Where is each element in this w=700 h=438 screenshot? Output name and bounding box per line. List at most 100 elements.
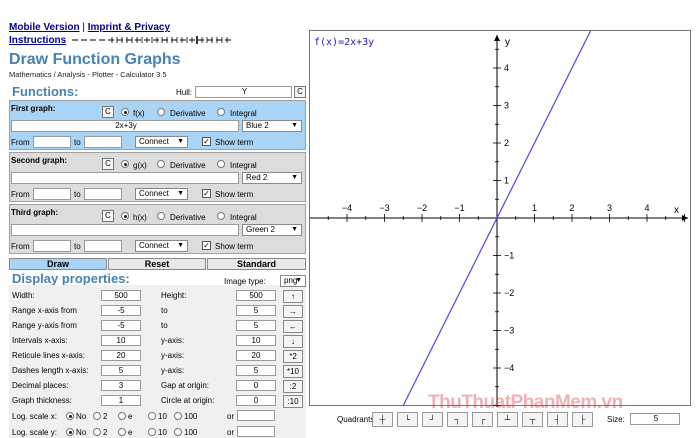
second-show-term-checkbox[interactable]: ✓ <box>202 189 211 198</box>
shift-right-button[interactable]: → <box>283 305 303 318</box>
log-y-radio-1[interactable] <box>93 428 101 436</box>
display-row-input-2[interactable]: 0 <box>236 380 276 391</box>
hull-input[interactable]: Y <box>195 86 292 98</box>
display-row-input-2[interactable]: 10 <box>236 335 276 346</box>
log-scale-x-label: Log. scale x: <box>12 412 57 421</box>
quadrant-button-lower-half[interactable]: ┬ <box>522 412 543 427</box>
log-x-radio-3[interactable] <box>148 412 156 420</box>
third-term-input[interactable] <box>11 224 239 236</box>
log-y-radio-0[interactable] <box>66 428 74 436</box>
zoom-div2-button[interactable]: :2 <box>283 380 303 393</box>
size-label: Size: <box>607 415 625 424</box>
display-row-input[interactable]: 3 <box>101 380 141 391</box>
first-connect-select[interactable]: Connect ▼ <box>135 136 188 148</box>
first-color-select[interactable]: Blue 2 ▼ <box>242 120 302 132</box>
second-from-input[interactable] <box>33 188 71 200</box>
third-connect-select[interactable]: Connect ▼ <box>135 240 188 252</box>
display-row-input-2[interactable]: 0 <box>236 395 276 406</box>
third-show-term-label: Show term <box>215 242 254 251</box>
x-tick-label: 3 <box>607 203 612 213</box>
imprint-link[interactable]: Imprint & Privacy <box>88 22 170 33</box>
display-row-label-2: Circle at origin: <box>161 396 215 405</box>
first-integral-radio[interactable] <box>217 108 225 116</box>
display-row-input[interactable]: 500 <box>101 290 141 301</box>
zoom-x10-button[interactable]: *10 <box>283 365 303 378</box>
quadrant-button-bottom-right[interactable]: ┌ <box>472 412 493 427</box>
quadrant-button-bottom-left[interactable]: ┐ <box>447 412 468 427</box>
log-y-radio-2[interactable] <box>118 428 126 436</box>
quadrant-button-top-left[interactable]: ┘ <box>422 412 443 427</box>
third-show-term-checkbox[interactable]: ✓ <box>202 241 211 250</box>
second-gx-radio[interactable] <box>121 160 129 168</box>
size-input[interactable]: 5 <box>630 413 680 425</box>
display-row-input-2[interactable]: 5 <box>236 365 276 376</box>
first-graph-label: First graph: <box>11 104 56 113</box>
second-connect-select[interactable]: Connect ▼ <box>135 188 188 200</box>
second-graph-c-button[interactable]: C <box>102 158 114 170</box>
quadrant-button-all[interactable]: ┼ <box>372 412 393 427</box>
hull-c-button[interactable]: C <box>294 86 306 98</box>
log-x-radio-2[interactable] <box>118 412 126 420</box>
third-derivative-radio[interactable] <box>157 212 165 220</box>
chevron-down-icon: ▼ <box>295 277 302 284</box>
second-integral-label: Integral <box>230 161 257 170</box>
draw-button[interactable]: Draw <box>9 258 107 270</box>
third-color-select[interactable]: Green 2 ▼ <box>242 224 302 236</box>
first-show-term-checkbox[interactable]: ✓ <box>202 137 211 146</box>
shift-up-button[interactable]: ↑ <box>283 290 303 303</box>
display-row-input-2[interactable]: 20 <box>236 350 276 361</box>
third-to-input[interactable] <box>84 240 122 252</box>
first-fx-label: f(x) <box>133 109 145 118</box>
log-y-or-label: or <box>227 428 235 437</box>
mobile-version-link[interactable]: Mobile Version <box>9 22 80 33</box>
display-row-input[interactable]: 10 <box>101 335 141 346</box>
quadrant-button-upper-half[interactable]: ┴ <box>497 412 518 427</box>
first-derivative-radio[interactable] <box>157 108 165 116</box>
image-type-select[interactable]: png ▼ <box>280 275 306 287</box>
chevron-down-icon: ▼ <box>177 138 184 145</box>
first-fx-radio[interactable] <box>121 108 129 116</box>
y-tick-label: 1 <box>504 176 509 186</box>
zoom-x2-button[interactable]: *2 <box>283 350 303 363</box>
display-row-input-2[interactable]: 500 <box>236 290 276 301</box>
second-to-input[interactable] <box>84 188 122 200</box>
quadrant-button-left-half[interactable]: ┤ <box>547 412 568 427</box>
standard-button[interactable]: Standard <box>207 258 306 270</box>
first-term-input[interactable]: 2x+3y <box>11 120 239 132</box>
log-x-radio-0[interactable] <box>66 412 74 420</box>
functions-heading: Functions: <box>12 84 79 99</box>
quadrant-button-top-right[interactable]: └ <box>397 412 418 427</box>
first-to-input[interactable] <box>84 136 122 148</box>
log-x-custom-input[interactable] <box>237 410 275 421</box>
second-integral-radio[interactable] <box>217 160 225 168</box>
second-derivative-radio[interactable] <box>157 160 165 168</box>
second-color-select[interactable]: Red 2 ▼ <box>242 172 302 184</box>
log-y-custom-input[interactable] <box>237 426 275 437</box>
zoom-div10-button[interactable]: :10 <box>283 395 303 408</box>
display-row-input-2[interactable]: 5 <box>236 320 276 331</box>
instructions-link[interactable]: Instructions <box>9 35 66 46</box>
display-row-input[interactable]: -5 <box>101 305 141 316</box>
third-integral-radio[interactable] <box>217 212 225 220</box>
second-term-input[interactable] <box>11 172 239 184</box>
log-x-radio-4[interactable] <box>174 412 182 420</box>
shift-left-button[interactable]: ← <box>283 320 303 333</box>
display-row-input[interactable]: 5 <box>101 365 141 376</box>
display-row-input[interactable]: 20 <box>101 350 141 361</box>
first-from-input[interactable] <box>33 136 71 148</box>
display-row-input[interactable]: 1 <box>101 395 141 406</box>
third-hx-radio[interactable] <box>121 212 129 220</box>
reset-button[interactable]: Reset <box>108 258 206 270</box>
shift-down-button[interactable]: ↓ <box>283 335 303 348</box>
first-graph-c-button[interactable]: C <box>102 106 114 118</box>
quadrant-button-right-half[interactable]: ├ <box>572 412 593 427</box>
third-from-input[interactable] <box>33 240 71 252</box>
display-row-input[interactable]: -5 <box>101 320 141 331</box>
y-tick-label: 4 <box>504 63 509 73</box>
log-y-radio-4[interactable] <box>174 428 182 436</box>
third-graph-c-button[interactable]: C <box>102 210 114 222</box>
display-row-label: Dashes length x-axis: <box>12 366 89 375</box>
log-y-radio-3[interactable] <box>148 428 156 436</box>
log-x-radio-1[interactable] <box>93 412 101 420</box>
display-row-input-2[interactable]: 5 <box>236 305 276 316</box>
